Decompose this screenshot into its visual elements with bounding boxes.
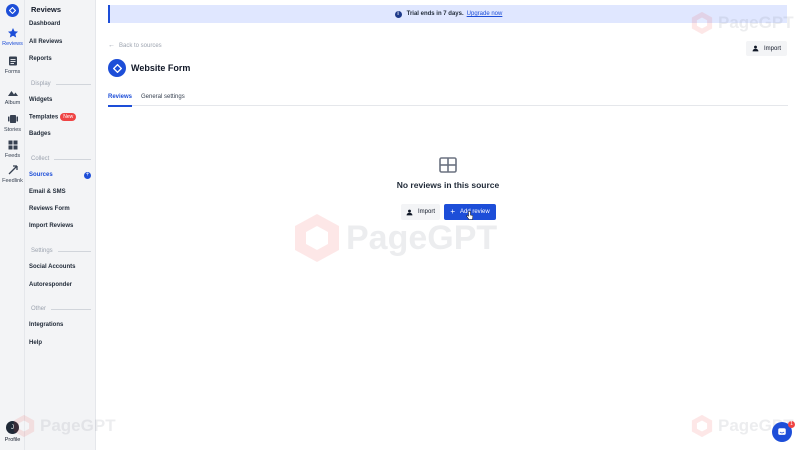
trial-message: Trial ends in 7 days. [406,11,464,17]
sidebar-item-integrations[interactable]: Integrations [29,322,63,328]
sidebar-item-reports[interactable]: Reports [29,56,52,62]
chat-icon [778,428,786,435]
sidebar-item-autoresponder[interactable]: Autoresponder [29,282,72,288]
app-logo[interactable] [6,4,19,17]
stories-icon [7,115,18,123]
tab-reviews[interactable]: Reviews [108,94,133,107]
clipboard-icon [8,56,17,66]
tab-general-settings[interactable]: General settings [141,94,185,105]
section-label: Display [31,81,51,87]
section-other: Other [31,306,91,312]
rail-item-feeds[interactable]: Feeds [0,139,25,159]
divider [54,158,91,160]
section-collect: Collect [31,156,91,162]
sidebar-item-templates[interactable]: Templates New [29,113,77,121]
grid-icon [8,140,17,150]
import-button[interactable]: Import [401,204,440,220]
plus-icon: + [450,207,455,216]
sidebar-item-badges[interactable]: Badges [29,131,51,137]
back-link[interactable]: ← Back to sources [108,42,162,49]
rail-label: Forms [4,69,21,75]
sidebar-item-social-accounts[interactable]: Social Accounts [29,264,75,270]
sidebar-item-email-sms[interactable]: Email & SMS [29,189,66,195]
grid-icon [439,157,457,173]
sidebar-item-widgets[interactable]: Widgets [29,97,52,103]
import-label: Import [417,209,435,215]
user-icon [406,209,413,215]
star-icon [7,28,18,38]
rail-label: Feedlink [2,178,23,184]
chat-badge: 1 [788,421,795,428]
arrow-left-icon: ← [108,42,115,49]
diamond-icon [112,63,122,73]
section-display: Display [31,81,91,87]
new-badge: New [60,113,77,121]
feedlink-icon [8,165,18,175]
tab-bar: Reviews General settings [108,91,788,107]
rail-label: Stories [3,127,22,133]
rail-label: Reviews [2,41,23,47]
sidebar-item-sources[interactable]: Sources [29,172,53,178]
sidebar-item-dashboard[interactable]: Dashboard [29,21,60,27]
divider [55,83,91,85]
section-label: Settings [31,248,53,254]
section-label: Other [31,306,47,312]
icon-rail: Reviews Forms Album Stories Feeds Feedli… [0,0,25,450]
hand-cursor-icon [466,211,473,220]
page-title: Website Form [131,63,191,73]
rail-item-feedlink[interactable]: Feedlink [0,164,25,184]
upgrade-link[interactable]: Upgrade now [467,11,503,17]
app: Reviews Forms Album Stories Feeds Feedli… [0,0,800,450]
info-icon: i [394,10,402,18]
profile-label[interactable]: Profile [0,437,25,443]
main-content: i Trial ends in 7 days. Upgrade now ← Ba… [96,0,800,450]
import-label: Import [763,45,781,52]
add-review-label: Add review [459,209,490,215]
section-label: Collect [31,156,50,162]
source-icon [108,59,126,77]
sidebar-item-label: Templates [29,114,59,121]
trial-banner: i Trial ends in 7 days. Upgrade now [108,5,787,23]
user-icon [752,45,759,52]
sidebar-item-import-reviews[interactable]: Import Reviews [29,223,73,229]
rail-label: Feeds [4,153,21,159]
divider [51,308,91,310]
empty-state-title: No reviews in this source [396,180,500,190]
image-icon [7,91,18,96]
rail-label: Album [4,100,21,106]
add-source-button[interactable]: + [84,172,91,179]
sidebar-item-reviews-form[interactable]: Reviews Form [29,206,70,212]
rail-item-album[interactable]: Album [0,86,25,106]
sidebar-title: Reviews [31,5,62,14]
import-button-header[interactable]: Import [746,41,787,56]
rail-item-forms[interactable]: Forms [0,55,25,75]
rail-item-reviews[interactable]: Reviews [0,27,25,47]
avatar[interactable]: J [6,421,19,434]
section-settings: Settings [31,248,91,254]
divider [57,250,91,252]
sidebar: Reviews Dashboard All Reviews Reports Di… [25,0,96,450]
back-label: Back to sources [119,42,162,49]
sidebar-item-help[interactable]: Help [29,340,42,346]
rail-item-stories[interactable]: Stories [0,113,25,133]
logo-icon [9,7,16,14]
sidebar-item-all-reviews[interactable]: All Reviews [29,39,62,45]
